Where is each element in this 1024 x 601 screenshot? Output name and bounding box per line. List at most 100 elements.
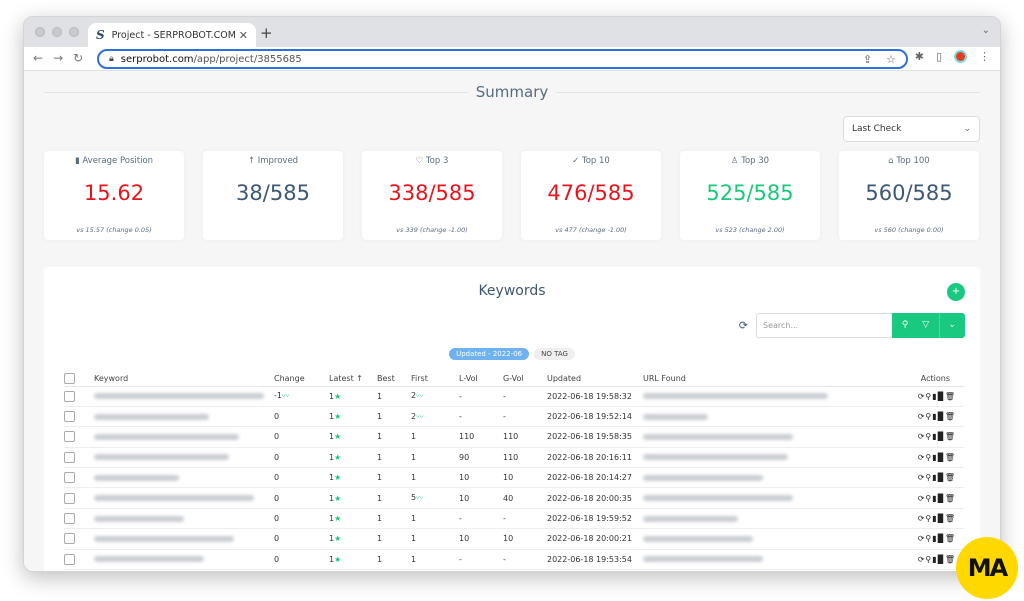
watermark-logo: MA bbox=[956, 537, 1018, 599]
tag-no-tag[interactable]: NO TAG bbox=[534, 348, 575, 360]
column-header-l-vol[interactable]: L-Vol bbox=[459, 371, 503, 387]
trash-icon[interactable]: 🗑︎ bbox=[945, 473, 956, 482]
copy-icon[interactable]: ▉ bbox=[938, 534, 945, 543]
url-found-blurred[interactable] bbox=[643, 393, 828, 400]
filter-button-group[interactable]: ▽ ⌄ bbox=[913, 313, 965, 338]
period-select[interactable]: Last Check ⌄ bbox=[843, 116, 980, 142]
column-header-change[interactable]: Change bbox=[274, 371, 329, 387]
star-icon[interactable]: ☆ bbox=[886, 53, 896, 66]
column-header-g-vol[interactable]: G-Vol bbox=[503, 371, 547, 387]
row-checkbox[interactable] bbox=[64, 390, 75, 402]
copy-icon[interactable]: ▉ bbox=[938, 514, 945, 523]
trash-icon[interactable]: 🗑︎ bbox=[945, 392, 956, 401]
column-header-latest[interactable]: Latest ↑ bbox=[329, 371, 377, 387]
copy-icon[interactable]: ▉ bbox=[938, 453, 945, 462]
browser-tab[interactable]: S Project - SERPROBOT.COM ✕ bbox=[88, 23, 256, 47]
table-row[interactable]: 0 1★ 1 1 - - 2022-06-18 19:53:54 ⟳⚲▮▉🗑︎ bbox=[64, 549, 964, 571]
url-found-blurred[interactable] bbox=[643, 535, 753, 542]
tag-updated[interactable]: Updated - 2022-06 bbox=[449, 348, 530, 360]
add-keyword-button[interactable]: + bbox=[947, 283, 965, 301]
row-checkbox[interactable] bbox=[64, 431, 75, 443]
keyword-text-blurred[interactable] bbox=[94, 495, 254, 502]
copy-icon[interactable]: ▉ bbox=[938, 473, 945, 482]
tab-search-chevron-icon[interactable]: ⌄ bbox=[982, 25, 990, 36]
trash-icon[interactable]: 🗑︎ bbox=[945, 432, 956, 441]
kebab-menu-icon[interactable]: ⋮ bbox=[979, 50, 990, 63]
new-tab-button[interactable]: + bbox=[260, 24, 273, 42]
row-checkbox[interactable] bbox=[64, 533, 75, 545]
trash-icon[interactable]: 🗑︎ bbox=[945, 514, 956, 523]
trash-icon[interactable]: 🗑︎ bbox=[945, 412, 956, 421]
copy-icon[interactable]: ▉ bbox=[938, 432, 945, 441]
close-tab-icon[interactable]: ✕ bbox=[239, 29, 248, 42]
row-checkbox[interactable] bbox=[64, 411, 75, 423]
url-found-blurred[interactable] bbox=[643, 433, 793, 440]
reload-icon[interactable]: ↻ bbox=[73, 51, 83, 65]
refresh-icon[interactable]: ⟳ bbox=[739, 319, 748, 332]
copy-icon[interactable]: ▉ bbox=[938, 555, 945, 564]
column-header-url-found[interactable]: URL Found bbox=[643, 371, 883, 387]
search-input[interactable]: Search... bbox=[756, 313, 893, 338]
minimize-dot[interactable] bbox=[52, 27, 62, 37]
keyword-text-blurred[interactable] bbox=[94, 393, 264, 400]
card-label: Top 10 bbox=[581, 156, 610, 166]
filter-icon[interactable]: ▽ bbox=[913, 313, 940, 338]
row-checkbox[interactable] bbox=[64, 553, 75, 565]
trash-icon[interactable]: 🗑︎ bbox=[945, 453, 956, 462]
sidebar-icon[interactable]: ▯ bbox=[936, 50, 942, 63]
copy-icon[interactable]: ▉ bbox=[938, 494, 945, 503]
url-found-blurred[interactable] bbox=[643, 413, 708, 420]
profile-avatar[interactable] bbox=[954, 50, 967, 63]
lvol-value: 110 bbox=[459, 426, 503, 448]
column-header-keyword[interactable]: Keyword bbox=[94, 371, 274, 387]
copy-icon[interactable]: ▉ bbox=[938, 392, 945, 401]
trash-icon[interactable]: 🗑︎ bbox=[945, 555, 956, 564]
row-checkbox[interactable] bbox=[64, 472, 75, 484]
row-checkbox[interactable] bbox=[64, 513, 75, 525]
card-comparison: vs 477 (change -1.00) bbox=[555, 226, 627, 234]
url-found-blurred[interactable] bbox=[643, 515, 738, 522]
url-found-blurred[interactable] bbox=[643, 474, 763, 481]
keyword-text-blurred[interactable] bbox=[94, 556, 204, 563]
keyword-text-blurred[interactable] bbox=[94, 474, 179, 481]
trash-icon[interactable]: 🗑︎ bbox=[945, 534, 956, 543]
url-found-blurred[interactable] bbox=[643, 495, 793, 502]
column-header-first[interactable]: First bbox=[411, 371, 459, 387]
keyword-text-blurred[interactable] bbox=[94, 515, 184, 522]
window-controls[interactable] bbox=[35, 27, 79, 37]
chevron-down-icon[interactable]: ⌄ bbox=[940, 313, 966, 338]
table-row[interactable]: 0 1★ 1 1 90 110 2022-06-18 20:16:11 ⟳⚲▮▉… bbox=[64, 447, 964, 469]
table-row[interactable]: 0 1★ 1 1 110 110 2022-06-18 19:58:35 ⟳⚲▮… bbox=[64, 426, 964, 448]
table-row[interactable]: -1〰 1★ 1 2〰 - - 2022-06-18 19:58:32 ⟳⚲▮▉… bbox=[64, 386, 964, 407]
address-bar[interactable]: 🔒︎ serprobot.com/app/project/3855685 ⇪ ☆ bbox=[97, 49, 908, 69]
keyword-text-blurred[interactable] bbox=[94, 413, 209, 420]
updated-value: 2022-06-18 20:14:27 bbox=[547, 467, 643, 489]
keyword-text-blurred[interactable] bbox=[94, 433, 239, 440]
close-dot[interactable] bbox=[35, 27, 45, 37]
column-header-updated[interactable]: Updated bbox=[547, 371, 643, 387]
keyword-text-blurred[interactable] bbox=[94, 454, 229, 461]
back-icon[interactable]: ← bbox=[33, 51, 43, 65]
zoom-dot[interactable] bbox=[69, 27, 79, 37]
table-row[interactable]: 0 1★ 1 1 10 10 2022-06-18 20:14:27 ⟳⚲▮▉🗑… bbox=[64, 467, 964, 489]
select-all-checkbox[interactable] bbox=[64, 372, 75, 384]
keywords-title: Keywords bbox=[478, 283, 546, 299]
table-row[interactable]: 0 1★ 1 5〰 10 40 2022-06-18 20:00:35 ⟳⚲▮▉… bbox=[64, 487, 964, 509]
copy-icon[interactable]: ▉ bbox=[938, 412, 945, 421]
table-row[interactable]: 0 1★ 1 1 - - 2022-06-18 19:59:52 ⟳⚲▮▉🗑︎ bbox=[64, 508, 964, 530]
change-value: 0 bbox=[274, 493, 280, 503]
first-value: 1 bbox=[411, 452, 417, 462]
url-found-blurred[interactable] bbox=[643, 556, 763, 563]
keyword-text-blurred[interactable] bbox=[94, 535, 234, 542]
row-checkbox[interactable] bbox=[64, 451, 75, 463]
url-found-blurred[interactable] bbox=[643, 454, 788, 461]
extensions-icon[interactable]: ✱ bbox=[915, 50, 924, 63]
row-checkbox[interactable] bbox=[64, 492, 75, 504]
table-row[interactable]: 0 1★ 1 1 10 10 2022-06-18 20:00:21 ⟳⚲▮▉🗑… bbox=[64, 528, 964, 550]
trash-icon[interactable]: 🗑︎ bbox=[945, 494, 956, 503]
column-header-actions[interactable]: Actions bbox=[883, 371, 964, 387]
column-header-best[interactable]: Best bbox=[377, 371, 411, 387]
share-icon[interactable]: ⇪ bbox=[863, 53, 872, 66]
forward-icon[interactable]: → bbox=[53, 51, 63, 65]
table-row[interactable]: 0 1★ 1 2〰 - - 2022-06-18 19:52:14 ⟳⚲▮▉🗑︎ bbox=[64, 406, 964, 428]
